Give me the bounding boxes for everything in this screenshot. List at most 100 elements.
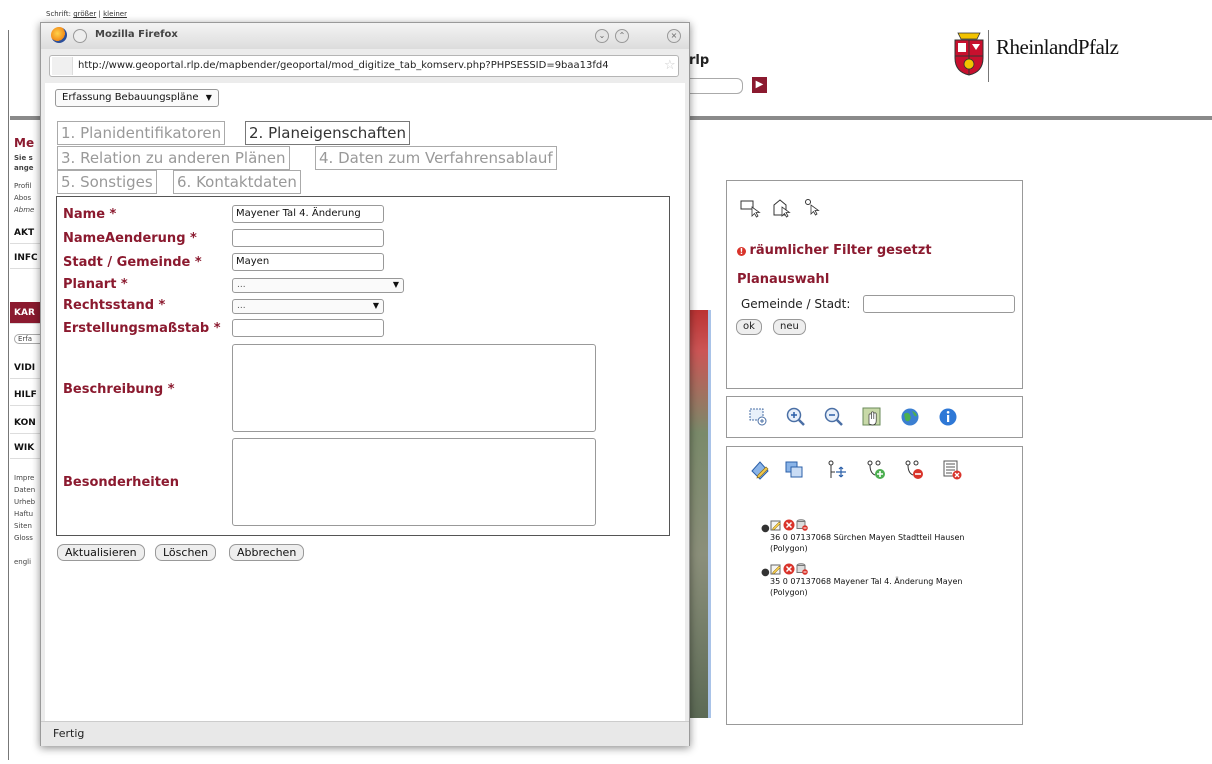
- planart-select[interactable]: ... ▼: [232, 278, 404, 293]
- stadt-input[interactable]: Mayen: [232, 253, 384, 271]
- name-label: Name *: [63, 207, 117, 222]
- url-bar[interactable]: http://www.geoportal.rlp.de/mapbender/ge…: [49, 55, 679, 77]
- bookmark-star-icon[interactable]: ☆: [664, 58, 676, 73]
- new-button[interactable]: neu: [773, 319, 806, 335]
- clear-list-icon[interactable]: [941, 459, 963, 481]
- gemeinde-input[interactable]: [863, 295, 1015, 313]
- edit-icon[interactable]: [770, 563, 782, 575]
- status-bar: Fertig: [41, 721, 689, 746]
- url-text[interactable]: http://www.geoportal.rlp.de/mapbender/ge…: [78, 60, 666, 71]
- plan-item-line1: 35 0 07137068 Mayener Tal 4. Änderung Ma…: [770, 577, 963, 586]
- ok-button[interactable]: ok: [736, 319, 762, 335]
- besonderheiten-textarea[interactable]: [232, 438, 596, 526]
- page-left-border: [8, 30, 9, 760]
- window-title: Mozilla Firefox: [95, 29, 178, 40]
- firefox-popup-window: Mozilla Firefox ⌄ ⌃ × http://www.geoport…: [40, 22, 690, 746]
- gemeinde-label: Gemeinde / Stadt:: [741, 297, 851, 311]
- font-bigger-link[interactable]: größer: [73, 10, 96, 18]
- update-button[interactable]: Aktualisieren: [57, 544, 145, 561]
- move-vertex-icon[interactable]: [827, 459, 849, 481]
- rechtsstand-label: Rechtsstand *: [63, 298, 166, 313]
- logo-divider: [988, 30, 989, 82]
- tab-relation-plaene[interactable]: 3. Relation zu anderen Plänen: [57, 146, 290, 170]
- chevron-down-icon: ▼: [372, 301, 379, 310]
- bullet: ●: [761, 523, 770, 534]
- delete-icon[interactable]: [783, 519, 795, 531]
- draw-polygon-icon[interactable]: [749, 459, 771, 481]
- rechtsstand-select[interactable]: ... ▼: [232, 299, 384, 314]
- stadt-label: Stadt / Gemeinde *: [63, 255, 202, 270]
- close-icon[interactable]: ×: [667, 29, 681, 43]
- plan-item-text: 36 0 07137068 Sürchen Mayen Stadtteil Ha…: [770, 532, 964, 554]
- edit-icon[interactable]: [770, 519, 782, 531]
- window-titlebar[interactable]: Mozilla Firefox ⌄ ⌃ ×: [41, 23, 689, 49]
- beschreibung-label: Beschreibung *: [63, 382, 175, 397]
- tab-planidentifikatoren[interactable]: 1. Planidentifikatoren: [57, 121, 226, 145]
- arrow-right-icon[interactable]: ▶: [752, 77, 767, 93]
- site-search-input[interactable]: [688, 78, 743, 94]
- site-title-fragment: rlp: [689, 53, 710, 68]
- massstab-input[interactable]: [232, 319, 384, 337]
- merge-polygons-icon[interactable]: [783, 459, 805, 481]
- plan-selection-title: Planauswahl: [737, 272, 830, 287]
- delete-vertex-icon[interactable]: [903, 459, 925, 481]
- planart-label: Planart *: [63, 277, 128, 292]
- cancel-button[interactable]: Abbrechen: [229, 544, 305, 561]
- name-input[interactable]: Mayener Tal 4. Änderung: [232, 205, 384, 223]
- state-logo-text: RheinlandPfalz: [996, 35, 1119, 59]
- nameaenderung-input[interactable]: [232, 229, 384, 247]
- plan-item-line2: (Polygon): [770, 588, 808, 597]
- font-size-label: Schrift:: [46, 10, 71, 18]
- chevron-down-icon: ▼: [205, 93, 212, 102]
- map-tools-panel: [726, 396, 1023, 438]
- nameaenderung-label: NameAenderung *: [63, 231, 197, 246]
- plan-item-line2: (Polygon): [770, 544, 808, 553]
- chevron-down-icon: ▼: [392, 280, 399, 289]
- database-delete-icon[interactable]: [796, 563, 808, 575]
- popup-content: Erfassung Bebauungspläne ▼ 1. Planidenti…: [45, 83, 685, 721]
- delete-button[interactable]: Löschen: [155, 544, 217, 561]
- zoom-box-icon[interactable]: [747, 406, 769, 428]
- bullet: ●: [761, 567, 770, 578]
- globe-icon[interactable]: [899, 406, 921, 428]
- tab-kontaktdaten[interactable]: 6. Kontaktdaten: [173, 170, 301, 194]
- select-polygon-icon[interactable]: [771, 197, 793, 219]
- zoom-out-icon[interactable]: [823, 406, 845, 428]
- minimize-icon[interactable]: ⌄: [595, 29, 609, 43]
- add-vertex-icon[interactable]: [865, 459, 887, 481]
- plan-list-item: ● 36 0 07137068 Sürchen Mayen Stadtteil …: [761, 519, 1016, 563]
- font-size-bar: Schrift: größer | kleiner: [46, 10, 127, 18]
- delete-icon[interactable]: [783, 563, 795, 575]
- plan-item-line1: 36 0 07137068 Sürchen Mayen Stadtteil Ha…: [770, 533, 965, 542]
- digitize-panel: ● 36 0 07137068 Sürchen Mayen Stadtteil …: [726, 446, 1023, 725]
- massstab-label: Erstellungsmaßstab *: [63, 321, 221, 336]
- besonderheiten-label: Besonderheiten: [63, 475, 179, 490]
- tab-verfahrensablauf[interactable]: 4. Daten zum Verfahrensablauf: [315, 146, 557, 170]
- pan-hand-icon[interactable]: [861, 406, 883, 428]
- plan-list-item: ● 35 0 07137068 Mayener Tal 4. Änderung …: [761, 563, 1016, 607]
- select-rectangle-icon[interactable]: [739, 197, 761, 219]
- maximize-icon[interactable]: ⌃: [615, 29, 629, 43]
- tab-sonstiges[interactable]: 5. Sonstiges: [57, 170, 157, 194]
- coat-of-arms-icon: [954, 32, 984, 76]
- plan-properties-form: Name * Mayener Tal 4. Änderung NameAende…: [56, 196, 670, 536]
- tab-planeigenschaften[interactable]: 2. Planeigenschaften: [245, 121, 411, 145]
- font-smaller-link[interactable]: kleiner: [103, 10, 127, 18]
- capture-mode-select[interactable]: Erfassung Bebauungspläne ▼: [55, 89, 219, 107]
- warning-icon: !: [737, 247, 746, 256]
- firefox-logo-icon: [51, 27, 67, 43]
- select-point-icon[interactable]: [803, 197, 825, 219]
- info-icon[interactable]: [937, 406, 959, 428]
- plan-selection-panel: ! räumlicher Filter gesetzt Planauswahl …: [726, 180, 1023, 389]
- spatial-filter-text: räumlicher Filter gesetzt: [749, 243, 932, 258]
- window-menu-button[interactable]: [73, 29, 87, 43]
- plan-item-text: 35 0 07137068 Mayener Tal 4. Änderung Ma…: [770, 576, 962, 598]
- capture-mode-value: Erfassung Bebauungspläne: [62, 92, 199, 103]
- planart-value: ...: [237, 280, 246, 290]
- site-identity-icon[interactable]: [52, 57, 73, 75]
- plan-list: ● 36 0 07137068 Sürchen Mayen Stadtteil …: [761, 519, 1016, 607]
- rechtsstand-value: ...: [237, 301, 246, 311]
- beschreibung-textarea[interactable]: [232, 344, 596, 432]
- database-delete-icon[interactable]: [796, 519, 808, 531]
- zoom-in-icon[interactable]: [785, 406, 807, 428]
